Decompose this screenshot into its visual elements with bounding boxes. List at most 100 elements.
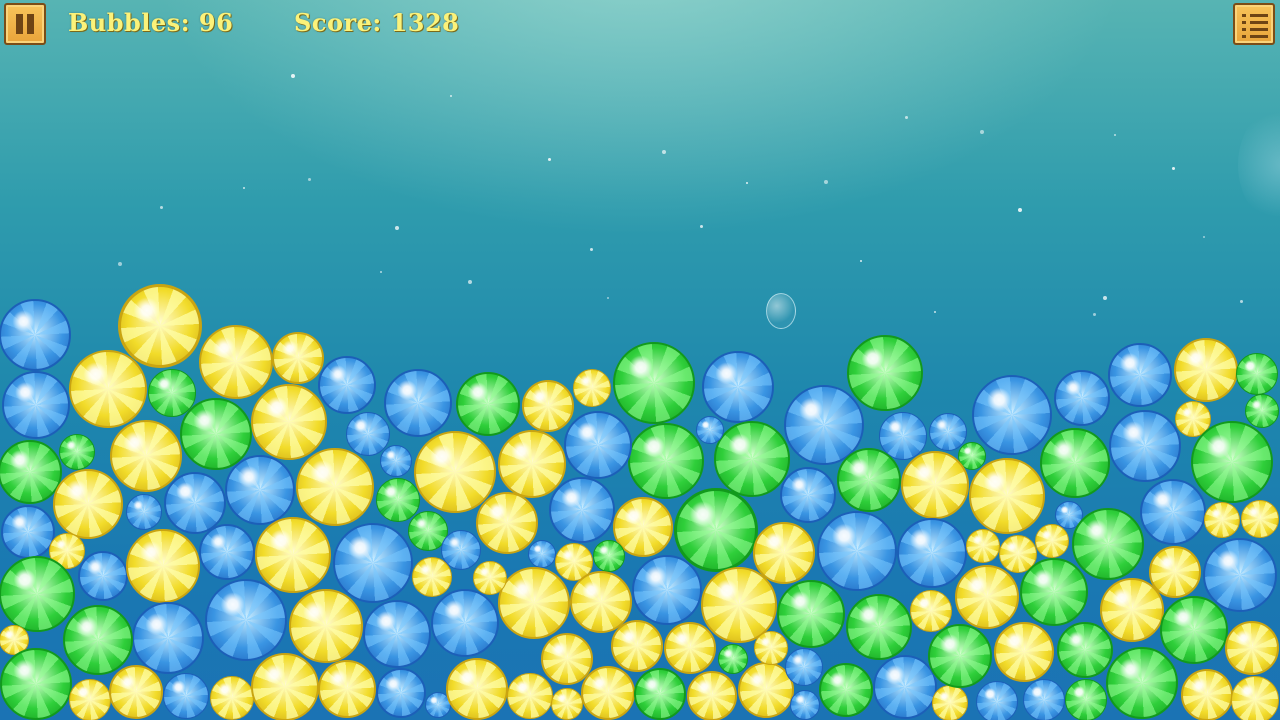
blue-bubble[interactable]	[78, 551, 128, 601]
green-bubble[interactable]	[718, 644, 748, 674]
green-bubble[interactable]	[714, 421, 790, 497]
yellow-bubble[interactable]	[412, 557, 452, 597]
yellow-bubble[interactable]	[901, 451, 969, 519]
blue-bubble[interactable]	[380, 445, 412, 477]
blue-bubble[interactable]	[199, 524, 255, 580]
yellow-bubble[interactable]	[507, 673, 553, 719]
pause-button[interactable]	[4, 3, 46, 45]
green-bubble[interactable]	[674, 488, 758, 572]
blue-bubble[interactable]	[132, 602, 204, 674]
green-bubble[interactable]	[1057, 622, 1113, 678]
green-bubble[interactable]	[456, 372, 520, 436]
green-bubble[interactable]	[847, 335, 923, 411]
yellow-bubble[interactable]	[1225, 621, 1279, 675]
green-bubble[interactable]	[0, 648, 72, 720]
yellow-bubble[interactable]	[318, 660, 376, 718]
blue-bubble[interactable]	[363, 600, 431, 668]
yellow-bubble[interactable]	[910, 590, 952, 632]
yellow-bubble[interactable]	[1181, 669, 1233, 720]
blue-bubble[interactable]	[1108, 343, 1172, 407]
green-bubble[interactable]	[1245, 394, 1279, 428]
yellow-bubble[interactable]	[69, 350, 147, 428]
green-bubble[interactable]	[1160, 596, 1228, 664]
blue-bubble[interactable]	[126, 494, 162, 530]
blue-bubble[interactable]	[702, 351, 774, 423]
blue-bubble[interactable]	[333, 523, 413, 603]
yellow-bubble[interactable]	[1231, 676, 1279, 720]
yellow-bubble[interactable]	[1241, 500, 1279, 538]
blue-bubble[interactable]	[384, 369, 452, 437]
green-bubble[interactable]	[0, 440, 62, 504]
yellow-bubble[interactable]	[522, 380, 574, 432]
yellow-bubble[interactable]	[611, 620, 663, 672]
green-bubble[interactable]	[59, 434, 95, 470]
yellow-bubble[interactable]	[1174, 338, 1238, 402]
yellow-bubble[interactable]	[473, 561, 507, 595]
blue-bubble[interactable]	[897, 518, 967, 588]
yellow-bubble[interactable]	[498, 567, 570, 639]
blue-bubble[interactable]	[780, 467, 836, 523]
yellow-bubble[interactable]	[969, 458, 1045, 534]
green-bubble[interactable]	[1040, 428, 1110, 498]
green-bubble[interactable]	[837, 448, 901, 512]
yellow-bubble[interactable]	[296, 448, 374, 526]
yellow-bubble[interactable]	[255, 517, 331, 593]
yellow-bubble[interactable]	[573, 369, 611, 407]
yellow-bubble[interactable]	[1035, 524, 1069, 558]
green-bubble[interactable]	[819, 663, 873, 717]
yellow-bubble[interactable]	[126, 529, 200, 603]
yellow-bubble[interactable]	[109, 665, 163, 719]
green-bubble[interactable]	[63, 605, 133, 675]
yellow-bubble[interactable]	[118, 284, 202, 368]
yellow-bubble[interactable]	[955, 565, 1019, 629]
blue-bubble[interactable]	[785, 648, 823, 686]
blue-bubble[interactable]	[1203, 538, 1277, 612]
yellow-bubble[interactable]	[53, 469, 123, 539]
yellow-bubble[interactable]	[210, 676, 254, 720]
green-bubble[interactable]	[1106, 647, 1178, 719]
blue-bubble[interactable]	[1054, 370, 1110, 426]
green-bubble[interactable]	[1191, 421, 1273, 503]
blue-bubble[interactable]	[873, 655, 937, 719]
blue-bubble[interactable]	[528, 540, 556, 568]
blue-bubble[interactable]	[632, 555, 702, 625]
green-bubble[interactable]	[1072, 508, 1144, 580]
blue-bubble[interactable]	[2, 371, 70, 439]
green-bubble[interactable]	[777, 580, 845, 648]
yellow-bubble[interactable]	[1204, 502, 1240, 538]
yellow-bubble[interactable]	[272, 332, 324, 384]
blue-bubble[interactable]	[972, 375, 1052, 455]
blue-bubble[interactable]	[976, 681, 1018, 720]
blue-bubble[interactable]	[696, 416, 724, 444]
yellow-bubble[interactable]	[932, 685, 968, 720]
yellow-bubble[interactable]	[446, 658, 508, 720]
green-bubble[interactable]	[0, 556, 75, 632]
yellow-bubble[interactable]	[581, 666, 635, 720]
green-bubble[interactable]	[613, 342, 695, 424]
yellow-bubble[interactable]	[498, 430, 566, 498]
yellow-bubble[interactable]	[251, 384, 327, 460]
blue-bubble[interactable]	[549, 477, 615, 543]
green-bubble[interactable]	[1065, 679, 1107, 720]
green-bubble[interactable]	[1020, 558, 1088, 626]
blue-bubble[interactable]	[790, 690, 820, 720]
yellow-bubble[interactable]	[664, 622, 716, 674]
menu-button[interactable]	[1233, 3, 1275, 45]
yellow-bubble[interactable]	[551, 688, 583, 720]
green-bubble[interactable]	[1236, 353, 1278, 395]
blue-bubble[interactable]	[318, 356, 376, 414]
yellow-bubble[interactable]	[289, 589, 363, 663]
green-bubble[interactable]	[628, 423, 704, 499]
yellow-bubble[interactable]	[754, 631, 788, 665]
yellow-bubble[interactable]	[966, 529, 1000, 563]
blue-bubble[interactable]	[225, 455, 295, 525]
green-bubble[interactable]	[928, 624, 992, 688]
blue-bubble[interactable]	[1109, 410, 1181, 482]
green-bubble[interactable]	[846, 594, 912, 660]
yellow-bubble[interactable]	[994, 622, 1054, 682]
yellow-bubble[interactable]	[476, 492, 538, 554]
blue-bubble[interactable]	[817, 511, 897, 591]
blue-bubble[interactable]	[1023, 679, 1065, 720]
green-bubble[interactable]	[634, 668, 686, 720]
blue-bubble[interactable]	[0, 299, 71, 371]
